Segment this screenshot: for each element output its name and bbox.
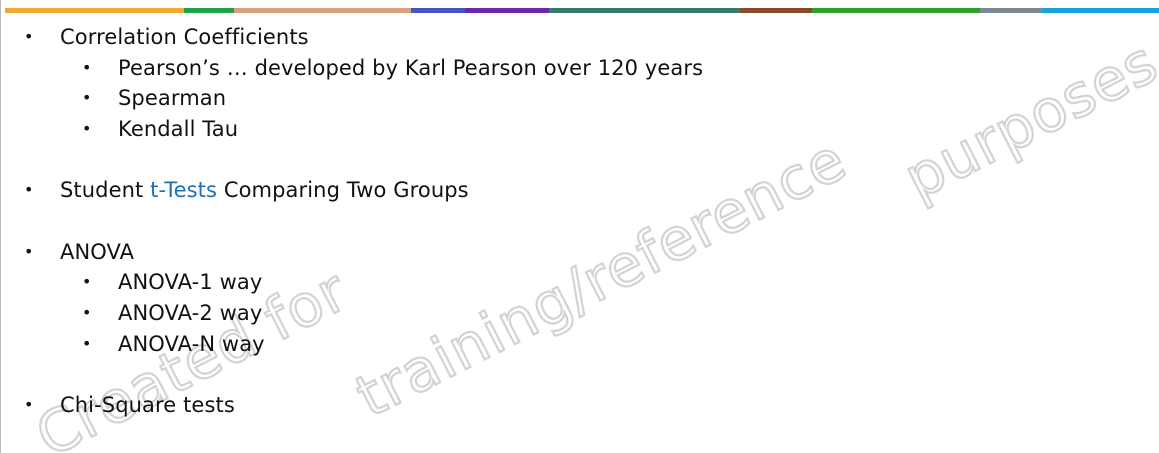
bullet-list: • Correlation Coefficients • Pearson’s ……	[0, 0, 1159, 453]
ttests-prefix: Student	[60, 178, 151, 202]
bullet-dot: •	[82, 272, 92, 291]
bullet-pearson: Pearson’s … developed by Karl Pearson ov…	[118, 56, 704, 80]
bullet-dot: •	[24, 180, 34, 199]
bullet-ttests: Student t-Tests Comparing Two Groups	[60, 177, 469, 203]
ttests-suffix: Comparing Two Groups	[217, 178, 469, 202]
bullet-spearman: Spearman	[118, 86, 227, 110]
ttests-link[interactable]: t-Tests	[150, 178, 217, 202]
bullet-dot: •	[24, 395, 34, 414]
bullet-dot: •	[24, 27, 34, 46]
bullet-dot: •	[24, 242, 34, 261]
bullet-anova: ANOVA	[60, 240, 135, 264]
bullet-dot: •	[82, 58, 92, 77]
bullet-anova-2: ANOVA-2 way	[118, 301, 263, 325]
bullet-dot: •	[82, 334, 92, 353]
bullet-dot: •	[82, 119, 92, 138]
bullet-anova-1: ANOVA-1 way	[118, 270, 263, 294]
bullet-kendall: Kendall Tau	[118, 117, 239, 141]
bullet-anova-n: ANOVA-N way	[118, 332, 265, 356]
bullet-chi-square: Chi-Square tests	[60, 393, 235, 417]
bullet-dot: •	[82, 303, 92, 322]
bullet-correlation: Correlation Coefficients	[60, 25, 309, 49]
bullet-dot: •	[82, 88, 92, 107]
